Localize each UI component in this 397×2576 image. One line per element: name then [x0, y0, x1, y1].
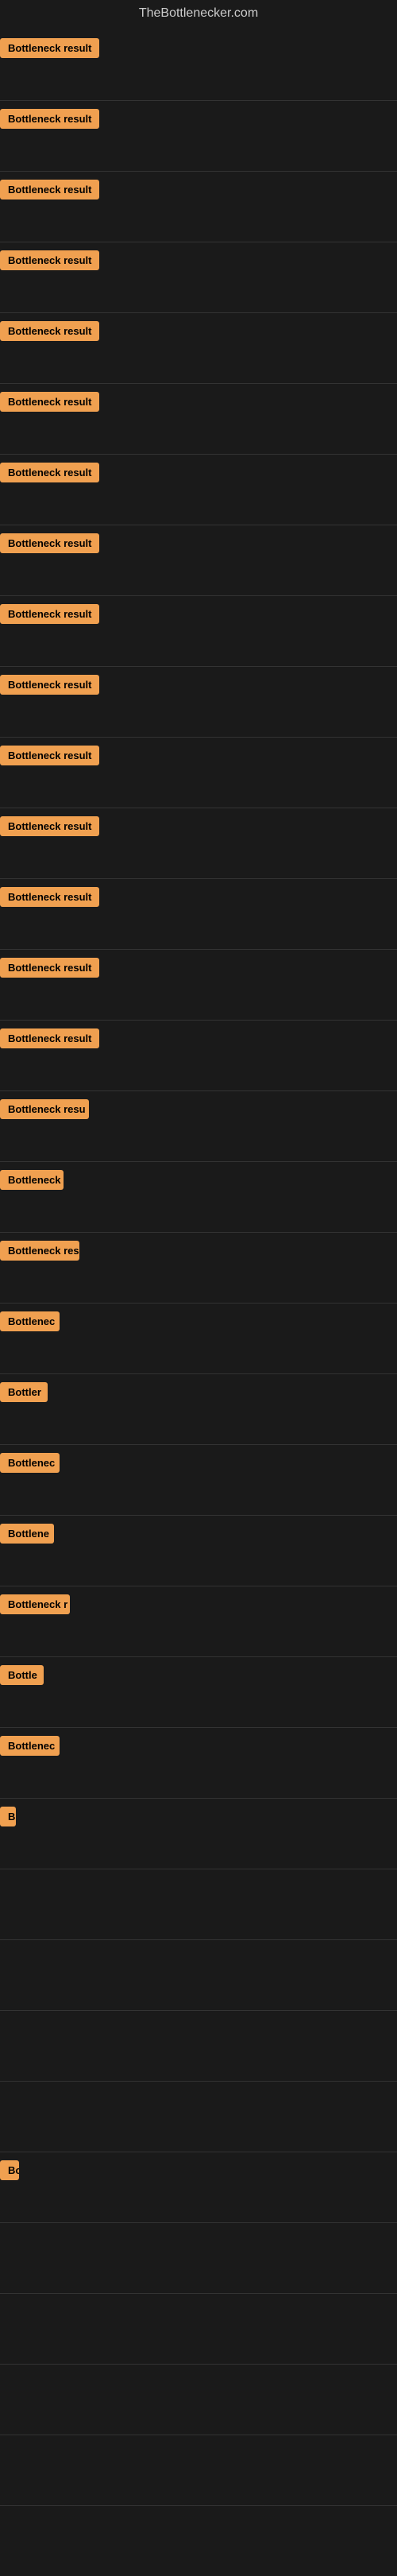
list-item: Bottleneck result [0, 101, 397, 171]
list-item: Bottleneck result [0, 525, 397, 595]
list-item: Bottleneck result [0, 242, 397, 312]
bottleneck-badge[interactable]: Bottleneck result [0, 392, 99, 412]
bottleneck-badge[interactable]: Bottlenec [0, 1736, 60, 1756]
list-item: Bottleneck result [0, 455, 397, 525]
bottleneck-badge[interactable]: Bottleneck result [0, 958, 99, 978]
list-item: Bottle [0, 1657, 397, 1727]
bottleneck-badge[interactable]: Bottleneck resu [0, 1099, 89, 1119]
bottleneck-badge[interactable]: Bottleneck r [0, 1594, 70, 1614]
bottleneck-badge[interactable]: Bottleneck result [0, 1028, 99, 1048]
list-item: Bottleneck result [0, 30, 397, 100]
bottleneck-badge[interactable]: Bottleneck result [0, 816, 99, 836]
bottleneck-badge[interactable]: Bottleneck result [0, 38, 99, 58]
bottleneck-badge[interactable]: Bottleneck result [0, 321, 99, 341]
list-item: Bottleneck res [0, 1233, 397, 1303]
list-item: Bottleneck result [0, 313, 397, 383]
list-item: Bottleneck result [0, 667, 397, 737]
list-item: Bo [0, 2152, 397, 2222]
list-item: Bottleneck result [0, 1021, 397, 1090]
list-item [0, 2435, 397, 2505]
list-item: Bottleneck result [0, 596, 397, 666]
bottleneck-badge[interactable]: Bottleneck result [0, 533, 99, 553]
bottleneck-badge[interactable]: Bo [0, 2160, 19, 2180]
bottleneck-badge[interactable]: Bottleneck result [0, 463, 99, 482]
bottleneck-badge[interactable]: Bottleneck [0, 1170, 64, 1190]
list-item: Bottleneck result [0, 879, 397, 949]
list-item [0, 2294, 397, 2364]
items-container: Bottleneck result Bottleneck result Bottle… [0, 30, 397, 2576]
bottleneck-badge[interactable]: Bottler [0, 1382, 48, 1402]
list-item [0, 1869, 397, 1939]
list-item [0, 2011, 397, 2081]
list-item: Bottlenec [0, 1303, 397, 1373]
list-item: Bottleneck result [0, 950, 397, 1020]
list-item: Bottleneck result [0, 808, 397, 878]
list-item: B [0, 1799, 397, 1869]
list-item: Bottler [0, 1374, 397, 1444]
list-item [0, 2506, 397, 2576]
bottleneck-badge[interactable]: B [0, 1807, 16, 1826]
list-item: Bottleneck result [0, 738, 397, 808]
site-title: TheBottlenecker.com [0, 0, 397, 30]
list-item [0, 1940, 397, 2010]
bottleneck-badge[interactable]: Bottlenec [0, 1453, 60, 1473]
bottleneck-badge[interactable]: Bottleneck result [0, 250, 99, 270]
bottleneck-badge[interactable]: Bottleneck result [0, 109, 99, 129]
site-title-container: TheBottlenecker.com [0, 0, 397, 30]
list-item [0, 2223, 397, 2293]
list-item [0, 2082, 397, 2152]
list-item: Bottleneck [0, 1162, 397, 1232]
bottleneck-badge[interactable]: Bottleneck result [0, 746, 99, 765]
bottleneck-badge[interactable]: Bottlenec [0, 1311, 60, 1331]
list-item: Bottlenec [0, 1728, 397, 1798]
list-item: Bottleneck result [0, 384, 397, 454]
list-item: Bottlene [0, 1516, 397, 1586]
list-item [0, 2365, 397, 2435]
bottleneck-badge[interactable]: Bottleneck result [0, 887, 99, 907]
list-item: Bottleneck r [0, 1586, 397, 1656]
list-item: Bottlenec [0, 1445, 397, 1515]
list-item: Bottleneck resu [0, 1091, 397, 1161]
bottleneck-badge[interactable]: Bottleneck res [0, 1241, 79, 1261]
bottleneck-badge[interactable]: Bottleneck result [0, 604, 99, 624]
list-item: Bottleneck result [0, 172, 397, 242]
bottleneck-badge[interactable]: Bottlene [0, 1524, 54, 1544]
bottleneck-badge[interactable]: Bottleneck result [0, 675, 99, 695]
bottleneck-badge[interactable]: Bottle [0, 1665, 44, 1685]
bottleneck-badge[interactable]: Bottleneck result [0, 180, 99, 199]
